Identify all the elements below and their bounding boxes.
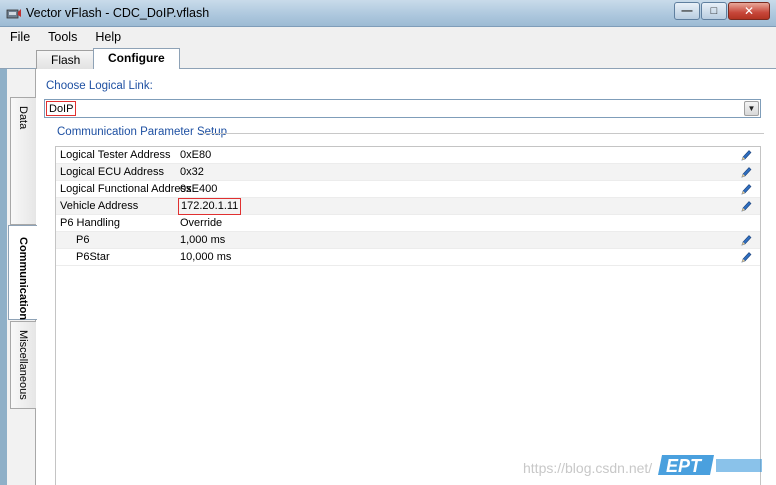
ept-logo: EPT: [658, 455, 762, 476]
param-name: P6: [76, 234, 90, 246]
vflash-app-icon: [6, 9, 21, 19]
pencil-edit-icon[interactable]: [740, 149, 752, 162]
close-button[interactable]: ✕: [728, 2, 770, 20]
side-tab-miscellaneous[interactable]: Miscellaneous: [10, 321, 36, 409]
dropdown-arrow-icon[interactable]: ▼: [744, 101, 759, 116]
param-value: 0xE400: [180, 183, 218, 195]
pencil-edit-icon[interactable]: [740, 200, 752, 213]
watermark-url: https://blog.csdn.net/: [523, 460, 653, 476]
param-name: Logical Functional Address: [60, 183, 192, 195]
param-name: Logical ECU Address: [60, 166, 164, 178]
tab-configure[interactable]: Configure: [93, 48, 180, 70]
menu-file[interactable]: File: [0, 27, 39, 47]
pencil-edit-icon[interactable]: [740, 251, 752, 264]
menu-tools[interactable]: Tools: [39, 27, 86, 47]
param-row-p6-handling[interactable]: P6 Handling Override: [56, 215, 760, 232]
side-tab-miscellaneous-label: Miscellaneous: [17, 330, 29, 400]
param-value: 0xE80: [180, 149, 212, 161]
logical-link-dropdown[interactable]: DoIP ▼: [44, 99, 761, 118]
vehicle-address-value: 172.20.1.11: [178, 198, 242, 215]
param-row-p6star[interactable]: P6Star 10,000 ms: [56, 249, 760, 266]
param-value: Override: [180, 217, 223, 229]
parameter-grid: Logical Tester Address 0xE80 Logical ECU…: [55, 146, 761, 485]
param-row-logical-ecu-address[interactable]: Logical ECU Address 0x32: [56, 164, 760, 181]
side-tab-communication-label: Communication: [17, 237, 29, 321]
minimize-icon: —: [681, 5, 693, 17]
side-tab-communication[interactable]: Communication: [8, 225, 37, 320]
pencil-edit-icon[interactable]: [740, 183, 752, 196]
side-tab-data[interactable]: Data: [10, 97, 36, 225]
logical-link-value: DoIP: [46, 101, 77, 116]
menu-bar: File Tools Help: [0, 27, 776, 47]
minimize-button[interactable]: —: [674, 2, 700, 20]
pencil-edit-icon[interactable]: [740, 166, 752, 179]
section-divider: [200, 133, 764, 134]
menu-help[interactable]: Help: [86, 27, 130, 47]
logical-link-label: Choose Logical Link:: [46, 80, 153, 92]
maximize-icon: □: [710, 5, 718, 17]
close-icon: ✕: [743, 4, 755, 18]
param-row-logical-functional-address[interactable]: Logical Functional Address 0xE400: [56, 181, 760, 198]
param-name: Vehicle Address: [60, 200, 139, 212]
param-row-logical-tester-address[interactable]: Logical Tester Address 0xE80: [56, 147, 760, 164]
param-row-p6[interactable]: P6 1,000 ms: [56, 232, 760, 249]
param-name: Logical Tester Address: [60, 149, 171, 161]
param-value: 10,000 ms: [180, 251, 232, 263]
param-value: 1,000 ms: [180, 234, 226, 246]
window-title: Vector vFlash - CDC_DoIP.vflash: [26, 6, 210, 20]
param-value: 0x32: [180, 166, 204, 178]
side-tab-strip: Data Communication Miscellaneous: [7, 69, 37, 485]
pencil-edit-icon[interactable]: [740, 234, 752, 247]
param-name: P6Star: [76, 251, 110, 263]
tab-flash[interactable]: Flash: [36, 50, 96, 69]
maximize-button[interactable]: □: [701, 2, 727, 20]
comm-setup-title: Communication Parameter Setup: [57, 126, 234, 138]
param-row-vehicle-address[interactable]: Vehicle Address 172.20.1.11: [56, 198, 760, 215]
side-tab-data-label: Data: [17, 106, 29, 130]
param-name: P6 Handling: [60, 217, 120, 229]
main-tab-strip: Flash Configure: [0, 47, 776, 70]
svg-text:EPT: EPT: [666, 456, 703, 476]
title-bar: Vector vFlash - CDC_DoIP.vflash — □ ✕: [0, 0, 776, 27]
